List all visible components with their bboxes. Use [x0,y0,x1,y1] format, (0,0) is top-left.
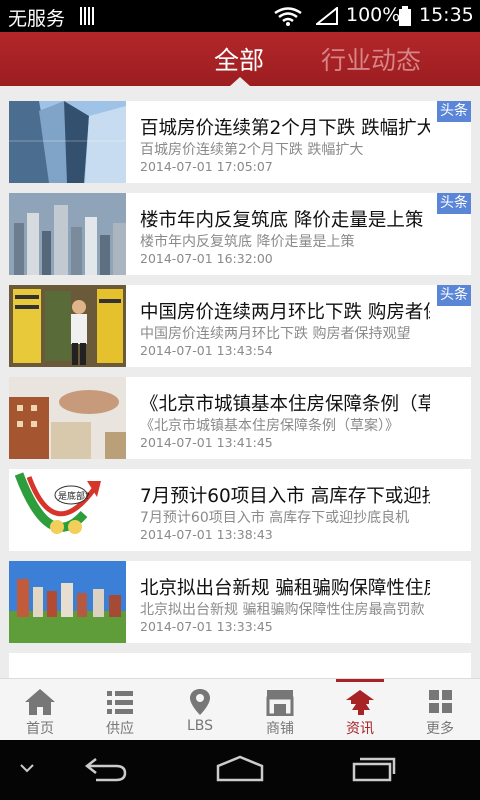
news-title: 楼市年内反复筑底 降价走量是上策 [140,210,424,231]
battery-icon [399,6,411,26]
news-item[interactable]: 百城房价连续第2个月下跌 跌幅扩大 百城房价连续第2个月下跌 跌幅扩大 2014… [9,101,471,183]
news-item[interactable]: 《北京市城镇基本住房保障条例（草案）》 《北京市城镇基本住房保障条例（草案）》 … [9,377,471,459]
nav-label: LBS [186,718,214,734]
news-item-partial[interactable] [9,653,471,678]
headline-badge: 头条 [437,101,471,122]
nav-home[interactable]: 首页 [0,679,80,741]
news-date: 2014-07-01 17:05:07 [140,159,273,174]
list-icon [107,691,133,714]
news-summary: 百城房价连续第2个月下跌 跌幅扩大 [140,142,364,158]
news-icon [346,690,374,715]
news-thumbnail [9,193,126,275]
news-thumbnail [9,101,126,183]
location-pin-icon [190,689,210,715]
news-summary: 中国房价连续两月环比下跌 购房者保持观望 [140,326,411,342]
carrier-text: 无服务 [8,8,66,30]
system-nav-bar [0,740,480,800]
news-item[interactable]: 北京拟出台新规 骗租骗购保障性住房最高 北京拟出台新规 骗租骗购保障性住房最高罚… [9,561,471,643]
bottom-navigation: 首页 供应 LBS 商铺 资讯 更多 [0,678,480,740]
nav-store[interactable]: 商铺 [240,679,320,741]
news-date: 2014-07-01 16:32:00 [140,251,273,266]
tab-industry-news[interactable]: 行业动态 [321,41,421,77]
news-title: 7月预计60项目入市 高库存下或迎抄底 [140,486,430,507]
thumbnail-caption: 是底部? [58,490,90,502]
news-thumbnail [9,561,126,643]
news-item[interactable]: 中国房价连续两月环比下跌 购房者保持观望 中国房价连续两月环比下跌 购房者保持观… [9,285,471,367]
news-item[interactable]: 是底部? 7月预计60项目入市 高库存下或迎抄底 7月预计60项目入市 高库存下… [9,469,471,551]
news-thumbnail [9,377,126,459]
news-list[interactable]: 百城房价连续第2个月下跌 跌幅扩大 百城房价连续第2个月下跌 跌幅扩大 2014… [0,86,480,678]
tab-all[interactable]: 全部 [214,41,264,77]
headline-badge: 头条 [437,193,471,214]
cell-signal-icon [316,7,338,25]
news-thumbnail [9,285,126,367]
nav-more[interactable]: 更多 [400,679,480,741]
nav-label: 首页 [26,721,54,737]
news-thumbnail: 是底部? [9,469,126,551]
nav-lbs[interactable]: LBS [160,679,240,741]
header-bar: 全部 行业动态 [0,32,480,86]
wifi-icon [274,7,302,26]
news-date: 2014-07-01 13:41:45 [140,435,273,450]
news-title: 北京拟出台新规 骗租骗购保障性住房最高 [140,578,430,599]
recent-apps-icon[interactable] [350,754,398,784]
clock: 15:35 [419,4,474,26]
news-summary: 楼市年内反复筑底 降价走量是上策 [140,234,355,250]
news-summary: 7月预计60项目入市 高库存下或迎抄底良机 [140,510,410,526]
nav-label: 资讯 [346,721,374,737]
news-date: 2014-07-01 13:43:54 [140,343,273,358]
nav-supply[interactable]: 供应 [80,679,160,741]
home-button-icon[interactable] [214,754,266,784]
back-icon[interactable] [82,754,130,784]
news-title: 中国房价连续两月环比下跌 购房者保持观望 [140,302,430,323]
nav-label: 商铺 [266,721,294,737]
news-item[interactable]: 楼市年内反复筑底 降价走量是上策 楼市年内反复筑底 降价走量是上策 2014-0… [9,193,471,275]
news-summary: 《北京市城镇基本住房保障条例（草案）》 [140,418,399,434]
home-icon [25,689,55,715]
status-bar: 无服务 100% 15:35 [0,0,480,32]
news-date: 2014-07-01 13:38:43 [140,527,273,542]
store-icon [266,690,294,716]
nav-label: 更多 [426,721,454,737]
active-tab-indicator [230,77,250,86]
nav-label: 供应 [106,721,134,737]
nav-news[interactable]: 资讯 [320,679,400,741]
news-title: 《北京市城镇基本住房保障条例（草案）》 [140,394,430,415]
news-date: 2014-07-01 13:33:45 [140,619,273,634]
news-title: 百城房价连续第2个月下跌 跌幅扩大 [140,118,430,139]
sim-signal-icon [80,7,96,25]
headline-badge: 头条 [437,285,471,306]
chevron-down-icon[interactable] [18,762,36,774]
news-summary: 北京拟出台新规 骗租骗购保障性住房最高罚款 [140,602,424,618]
battery-percent: 100% [346,4,401,26]
grid-icon [429,690,452,713]
